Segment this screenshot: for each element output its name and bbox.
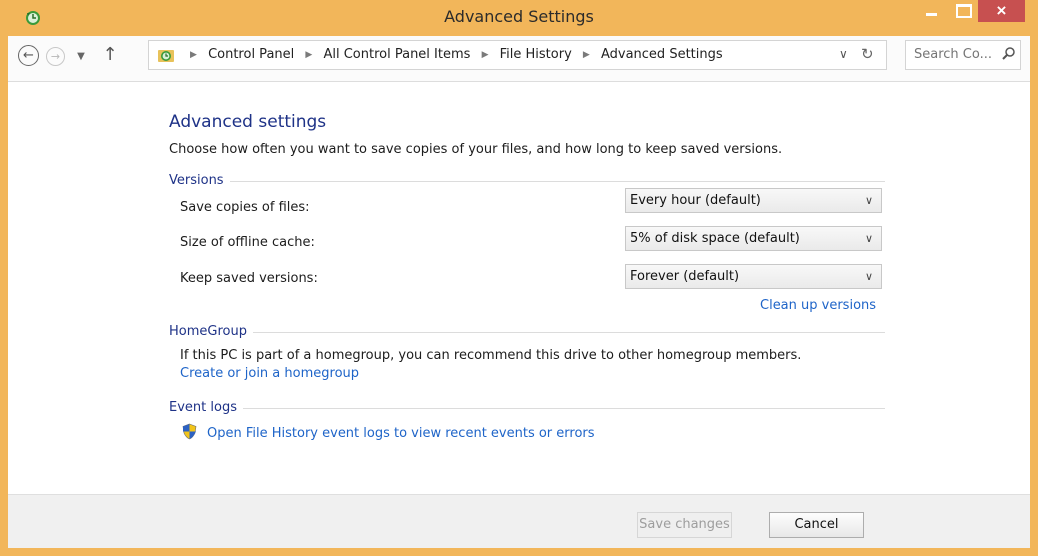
versions-group-label: Versions (169, 173, 230, 188)
breadcrumb-control-panel[interactable]: Control Panel (208, 47, 294, 62)
save-copies-select[interactable]: Every hour (default) ∨ (625, 188, 882, 213)
page-description: Choose how often you want to save copies… (169, 142, 783, 157)
divider (169, 408, 885, 409)
breadcrumb-advanced-settings[interactable]: Advanced Settings (601, 47, 723, 62)
refresh-icon[interactable]: ↻ (861, 45, 874, 63)
chevron-down-icon: ∨ (864, 232, 873, 245)
chevron-right-icon: ▶ (190, 50, 197, 60)
footer-bar: Save changes Cancel (8, 494, 1030, 548)
up-arrow-icon[interactable]: ↑ (99, 44, 121, 66)
cancel-button[interactable]: Cancel (769, 512, 864, 538)
breadcrumb-file-history[interactable]: File History (500, 47, 572, 62)
address-bar: ← → ▼ ↑ ▶ Control Panel ▶ All Control Pa… (8, 36, 1030, 82)
chevron-right-icon[interactable]: ▶ (583, 50, 590, 60)
homegroup-group-label: HomeGroup (169, 324, 253, 339)
keep-versions-label: Keep saved versions: (180, 271, 318, 286)
event-logs-link[interactable]: Open File History event logs to view rec… (207, 426, 595, 441)
forward-arrow-icon[interactable]: → (46, 47, 65, 66)
chevron-right-icon[interactable]: ▶ (482, 50, 489, 60)
save-copies-value: Every hour (default) (630, 193, 761, 208)
search-input[interactable] (914, 47, 998, 62)
event-logs-group-label: Event logs (169, 400, 243, 415)
offline-cache-select[interactable]: 5% of disk space (default) ∨ (625, 226, 882, 251)
offline-cache-label: Size of offline cache: (180, 235, 315, 250)
recent-locations-chevron-icon[interactable]: ▼ (70, 46, 92, 68)
divider (169, 332, 885, 333)
save-changes-button[interactable]: Save changes (637, 512, 732, 538)
clean-up-versions-link[interactable]: Clean up versions (760, 298, 876, 313)
divider (169, 181, 885, 182)
chevron-down-icon[interactable]: ∨ (839, 47, 848, 61)
search-box[interactable] (905, 40, 1021, 70)
breadcrumb[interactable]: ▶ Control Panel ▶ All Control Panel Item… (148, 40, 887, 70)
breadcrumb-items: ▶ Control Panel ▶ All Control Panel Item… (183, 47, 723, 62)
create-homegroup-link[interactable]: Create or join a homegroup (180, 366, 359, 381)
main-content: Advanced settings Choose how often you w… (8, 82, 1030, 494)
window: Advanced Settings × ← → ▼ ↑ ▶ Control Pa… (0, 0, 1038, 556)
breadcrumb-all-control-panel-items[interactable]: All Control Panel Items (323, 47, 470, 62)
homegroup-text: If this PC is part of a homegroup, you c… (180, 348, 802, 363)
minimize-button[interactable] (916, 0, 944, 22)
shield-icon (182, 423, 197, 440)
close-button[interactable]: × (978, 0, 1025, 22)
file-history-folder-icon (158, 50, 174, 62)
window-title: Advanced Settings (444, 7, 594, 26)
keep-versions-select[interactable]: Forever (default) ∨ (625, 264, 882, 289)
offline-cache-value: 5% of disk space (default) (630, 231, 800, 246)
save-copies-label: Save copies of files: (180, 200, 310, 215)
chevron-down-icon: ∨ (864, 194, 873, 207)
keep-versions-value: Forever (default) (630, 269, 740, 284)
chevron-right-icon[interactable]: ▶ (305, 50, 312, 60)
page-title: Advanced settings (169, 112, 327, 132)
title-bar[interactable]: Advanced Settings × (0, 0, 1038, 36)
search-icon[interactable] (1001, 46, 1016, 62)
chevron-down-icon: ∨ (864, 270, 873, 283)
back-arrow-icon[interactable]: ← (18, 45, 39, 66)
maximize-button[interactable] (948, 0, 976, 22)
